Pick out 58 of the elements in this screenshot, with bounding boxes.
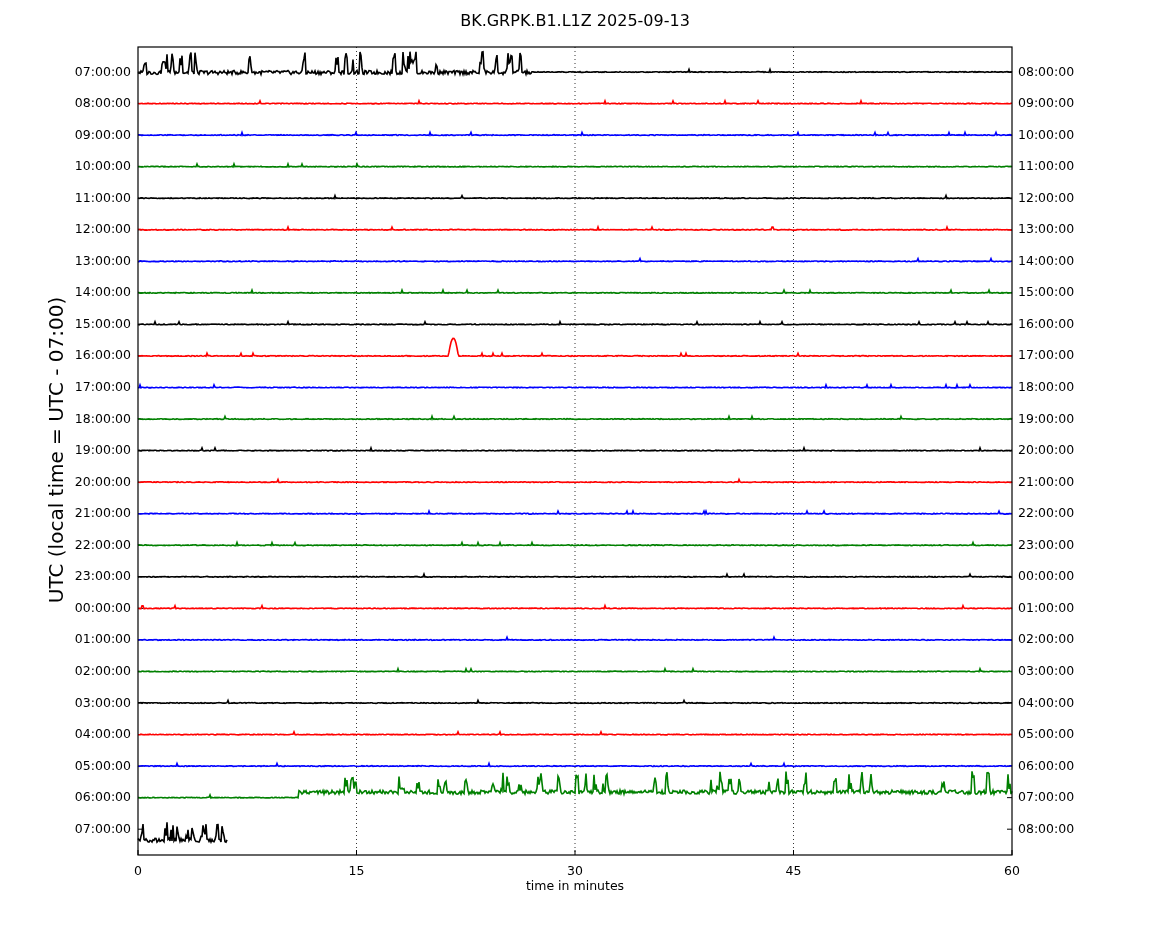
row-end-time: 15:00:00	[1018, 284, 1075, 300]
plot-title: BK.GRPK.B1.L1Z 2025-09-13	[460, 10, 690, 32]
row-start-time: 20:00:00	[74, 473, 131, 489]
row-start-time: 16:00:00	[74, 347, 131, 363]
row-start-time: 04:00:00	[74, 726, 131, 742]
row-start-time: 02:00:00	[74, 662, 131, 678]
row-start-time: 13:00:00	[74, 252, 131, 268]
row-end-time: 18:00:00	[1018, 379, 1075, 394]
row-end-time: 02:00:00	[1018, 631, 1075, 647]
row-start-time: 22:00:00	[74, 536, 131, 552]
row-end-time: 10:00:00	[1018, 126, 1075, 142]
row-end-time: 12:00:00	[1018, 189, 1075, 205]
row-end-time: 08:00:00	[1018, 820, 1075, 836]
row-end-time: 17:00:00	[1018, 347, 1075, 363]
row-end-time: 08:00:00	[1018, 63, 1075, 79]
row-start-time: 03:00:00	[74, 694, 131, 710]
x-tick-label: 15	[348, 862, 365, 878]
row-start-time: 10:00:00	[74, 158, 131, 174]
row-end-time: 05:00:00	[1018, 726, 1075, 742]
row-start-time: 00:00:00	[74, 599, 131, 615]
row-start-time: 15:00:00	[74, 315, 131, 331]
row-start-time: 07:00:00	[74, 63, 131, 79]
row-end-time: 13:00:00	[1018, 221, 1075, 237]
row-end-time: 19:00:00	[1018, 410, 1075, 426]
row-end-time: 11:00:00	[1018, 158, 1075, 174]
row-end-time: 21:00:00	[1018, 473, 1075, 489]
x-tick-label: 30	[567, 862, 583, 878]
row-start-time: 06:00:00	[74, 789, 131, 805]
row-start-time: 11:00:00	[74, 189, 131, 205]
row-start-time: 12:00:00	[74, 221, 131, 237]
row-start-time: 19:00:00	[74, 442, 131, 458]
row-start-time: 07:00:00	[74, 820, 131, 836]
row-start-time: 05:00:00	[74, 757, 131, 773]
row-end-time: 07:00:00	[1018, 789, 1075, 805]
y-axis-label: UTC (local time = UTC - 07:00)	[43, 296, 68, 604]
row-end-time: 04:00:00	[1018, 694, 1075, 710]
x-tick-label: 0	[134, 862, 142, 878]
row-start-time: 23:00:00	[74, 568, 131, 584]
row-start-time: 14:00:00	[74, 284, 131, 300]
row-start-time: 18:00:00	[74, 410, 131, 426]
row-start-time: 08:00:00	[74, 95, 131, 111]
row-end-time: 22:00:00	[1018, 505, 1075, 521]
row-end-time: 14:00:00	[1018, 252, 1075, 268]
row-start-time: 01:00:00	[74, 631, 131, 647]
row-end-time: 01:00:00	[1018, 599, 1075, 615]
row-start-time: 21:00:00	[74, 505, 131, 521]
row-start-time: 17:00:00	[74, 379, 131, 394]
row-start-time: 09:00:00	[74, 126, 131, 142]
row-end-time: 06:00:00	[1018, 757, 1075, 773]
x-tick-label: 45	[785, 862, 802, 878]
row-end-time: 00:00:00	[1018, 568, 1075, 584]
x-tick-label: 60	[1004, 862, 1020, 878]
row-end-time: 16:00:00	[1018, 315, 1075, 331]
row-end-time: 20:00:00	[1018, 442, 1075, 458]
row-end-time: 23:00:00	[1018, 536, 1075, 552]
row-end-time: 09:00:00	[1018, 95, 1075, 111]
row-end-time: 03:00:00	[1018, 662, 1075, 678]
x-axis-label: time in minutes	[525, 877, 625, 893]
